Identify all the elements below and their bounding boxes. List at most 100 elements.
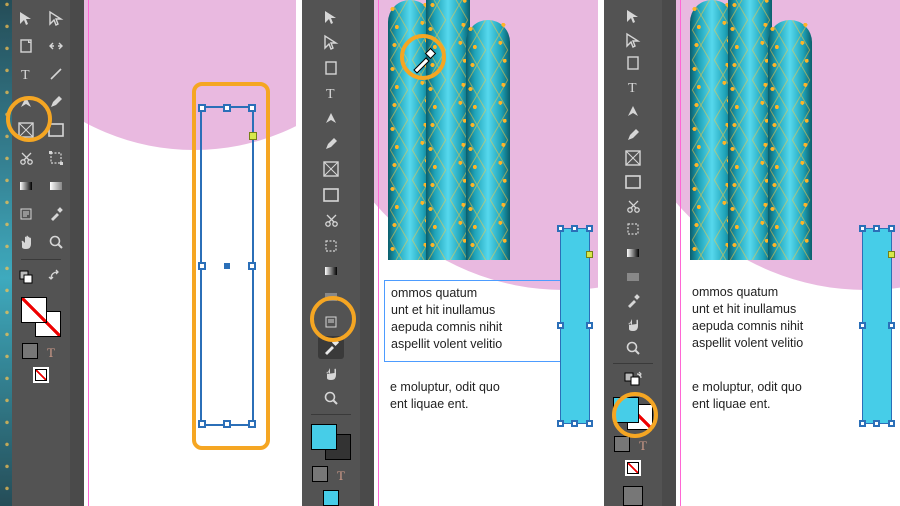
line-tool-icon[interactable] xyxy=(43,61,69,87)
default-fill-stroke-icon[interactable] xyxy=(43,264,69,290)
gradient-swatch-tool-icon[interactable] xyxy=(318,259,344,282)
hand-tool-icon[interactable] xyxy=(318,361,344,384)
resize-handle[interactable] xyxy=(859,322,866,329)
apply-color-icon[interactable] xyxy=(312,466,328,482)
hand-tool-icon[interactable] xyxy=(620,314,646,336)
apply-color-icon[interactable] xyxy=(22,343,38,359)
resize-handle[interactable] xyxy=(888,322,895,329)
scissors-tool-icon[interactable] xyxy=(13,145,39,171)
pencil-tool-icon[interactable] xyxy=(43,89,69,115)
type-tool-icon[interactable]: T xyxy=(318,81,344,104)
formatting-affects-text-icon[interactable]: T xyxy=(334,467,350,483)
rectangle-frame-tool-icon[interactable] xyxy=(620,147,646,169)
resize-handle[interactable] xyxy=(586,322,593,329)
selected-rectangle-filled[interactable] xyxy=(862,228,892,424)
page-tool-icon[interactable] xyxy=(620,52,646,74)
zoom-tool-icon[interactable] xyxy=(620,337,646,359)
last-color-swatch-icon[interactable] xyxy=(323,490,339,506)
selected-rectangle[interactable] xyxy=(200,106,254,426)
resize-handle[interactable] xyxy=(198,104,206,112)
selected-rectangle-filled[interactable] xyxy=(560,228,590,424)
rectangle-frame-tool-icon[interactable] xyxy=(13,117,39,143)
direct-selection-tool-icon[interactable] xyxy=(620,29,646,51)
resize-handle[interactable] xyxy=(873,225,880,232)
resize-handle[interactable] xyxy=(888,225,895,232)
toggle-fill-stroke-icon[interactable] xyxy=(620,368,646,390)
gradient-feather-tool-icon[interactable] xyxy=(620,266,646,288)
resize-handle[interactable] xyxy=(586,225,593,232)
direct-selection-tool-icon[interactable] xyxy=(318,30,344,53)
resize-handle[interactable] xyxy=(198,420,206,428)
gap-tool-icon[interactable] xyxy=(43,33,69,59)
text-frame[interactable]: e moluptur, odit quoent liquae ent. xyxy=(384,375,564,420)
zoom-tool-icon[interactable] xyxy=(43,229,69,255)
page-tool-icon[interactable] xyxy=(318,56,344,79)
resize-handle[interactable] xyxy=(248,420,256,428)
resize-handle[interactable] xyxy=(888,420,895,427)
center-point-handle[interactable] xyxy=(224,263,230,269)
live-corner-handle[interactable] xyxy=(586,251,593,258)
resize-handle[interactable] xyxy=(223,420,231,428)
scissors-tool-icon[interactable] xyxy=(318,209,344,232)
hand-tool-icon[interactable] xyxy=(13,229,39,255)
fill-stroke-proxy[interactable] xyxy=(311,424,351,460)
resize-handle[interactable] xyxy=(571,420,578,427)
eyedropper-tool-icon[interactable] xyxy=(318,336,344,359)
text-frame[interactable]: ommos quatumunt et hit inullamusaepuda c… xyxy=(686,280,866,360)
pen-tool-icon[interactable] xyxy=(318,107,344,130)
gradient-swatch-tool-icon[interactable] xyxy=(13,173,39,199)
apply-none-icon[interactable] xyxy=(33,367,49,383)
type-tool-icon[interactable]: T xyxy=(13,61,39,87)
fill-stroke-proxy[interactable] xyxy=(21,297,61,337)
text-frame[interactable]: ommos quatumunt et hit inullamusaepuda c… xyxy=(384,280,566,362)
formatting-affects-text-icon[interactable]: T xyxy=(636,437,652,453)
rectangle-tool-icon[interactable] xyxy=(318,183,344,206)
type-tool-icon[interactable]: T xyxy=(620,76,646,98)
live-corner-handle[interactable] xyxy=(249,132,257,140)
resize-handle[interactable] xyxy=(557,322,564,329)
document-canvas[interactable]: ommos quatumunt et hit inullamusaepuda c… xyxy=(662,0,900,506)
view-mode-icon[interactable] xyxy=(623,486,643,506)
apply-color-icon[interactable] xyxy=(614,436,630,452)
note-tool-icon[interactable] xyxy=(13,201,39,227)
selection-tool-icon[interactable] xyxy=(620,5,646,27)
apply-none-icon[interactable] xyxy=(625,460,641,476)
selection-tool-icon[interactable] xyxy=(13,5,39,31)
rectangle-tool-icon[interactable] xyxy=(620,171,646,193)
gradient-feather-tool-icon[interactable] xyxy=(318,285,344,308)
resize-handle[interactable] xyxy=(859,225,866,232)
scissors-tool-icon[interactable] xyxy=(620,195,646,217)
resize-handle[interactable] xyxy=(557,420,564,427)
page-tool-icon[interactable] xyxy=(13,33,39,59)
text-frame[interactable]: e moluptur, odit quoent liquae ent. xyxy=(686,375,866,420)
pencil-tool-icon[interactable] xyxy=(620,124,646,146)
free-transform-tool-icon[interactable] xyxy=(318,234,344,257)
live-corner-handle[interactable] xyxy=(888,251,895,258)
resize-handle[interactable] xyxy=(248,262,256,270)
eyedropper-tool-icon[interactable] xyxy=(620,290,646,312)
gradient-swatch-tool-icon[interactable] xyxy=(620,242,646,264)
note-tool-icon[interactable] xyxy=(318,310,344,333)
text-frame[interactable]: aepuda comnis nihitaspellit volent velit… xyxy=(84,180,104,290)
selection-tool-icon[interactable] xyxy=(318,5,344,28)
resize-handle[interactable] xyxy=(873,420,880,427)
resize-handle[interactable] xyxy=(557,225,564,232)
resize-handle[interactable] xyxy=(859,420,866,427)
free-transform-tool-icon[interactable] xyxy=(620,219,646,241)
document-canvas[interactable]: aepuda comnis nihitaspellit volent velit… xyxy=(70,0,296,506)
fill-stroke-proxy[interactable] xyxy=(613,397,653,430)
free-transform-tool-icon[interactable] xyxy=(43,145,69,171)
resize-handle[interactable] xyxy=(586,420,593,427)
resize-handle[interactable] xyxy=(248,104,256,112)
rectangle-frame-tool-icon[interactable] xyxy=(318,158,344,181)
formatting-affects-text-icon[interactable]: T xyxy=(44,344,60,360)
document-canvas[interactable]: ommos quatumunt et hit inullamusaepuda c… xyxy=(360,0,598,506)
direct-selection-tool-icon[interactable] xyxy=(43,5,69,31)
zoom-tool-icon[interactable] xyxy=(318,387,344,410)
resize-handle[interactable] xyxy=(223,104,231,112)
resize-handle[interactable] xyxy=(198,262,206,270)
pen-tool-icon[interactable] xyxy=(13,89,39,115)
toggle-fill-stroke-icon[interactable] xyxy=(13,264,39,290)
pen-tool-icon[interactable] xyxy=(620,100,646,122)
gradient-feather-tool-icon[interactable] xyxy=(43,173,69,199)
